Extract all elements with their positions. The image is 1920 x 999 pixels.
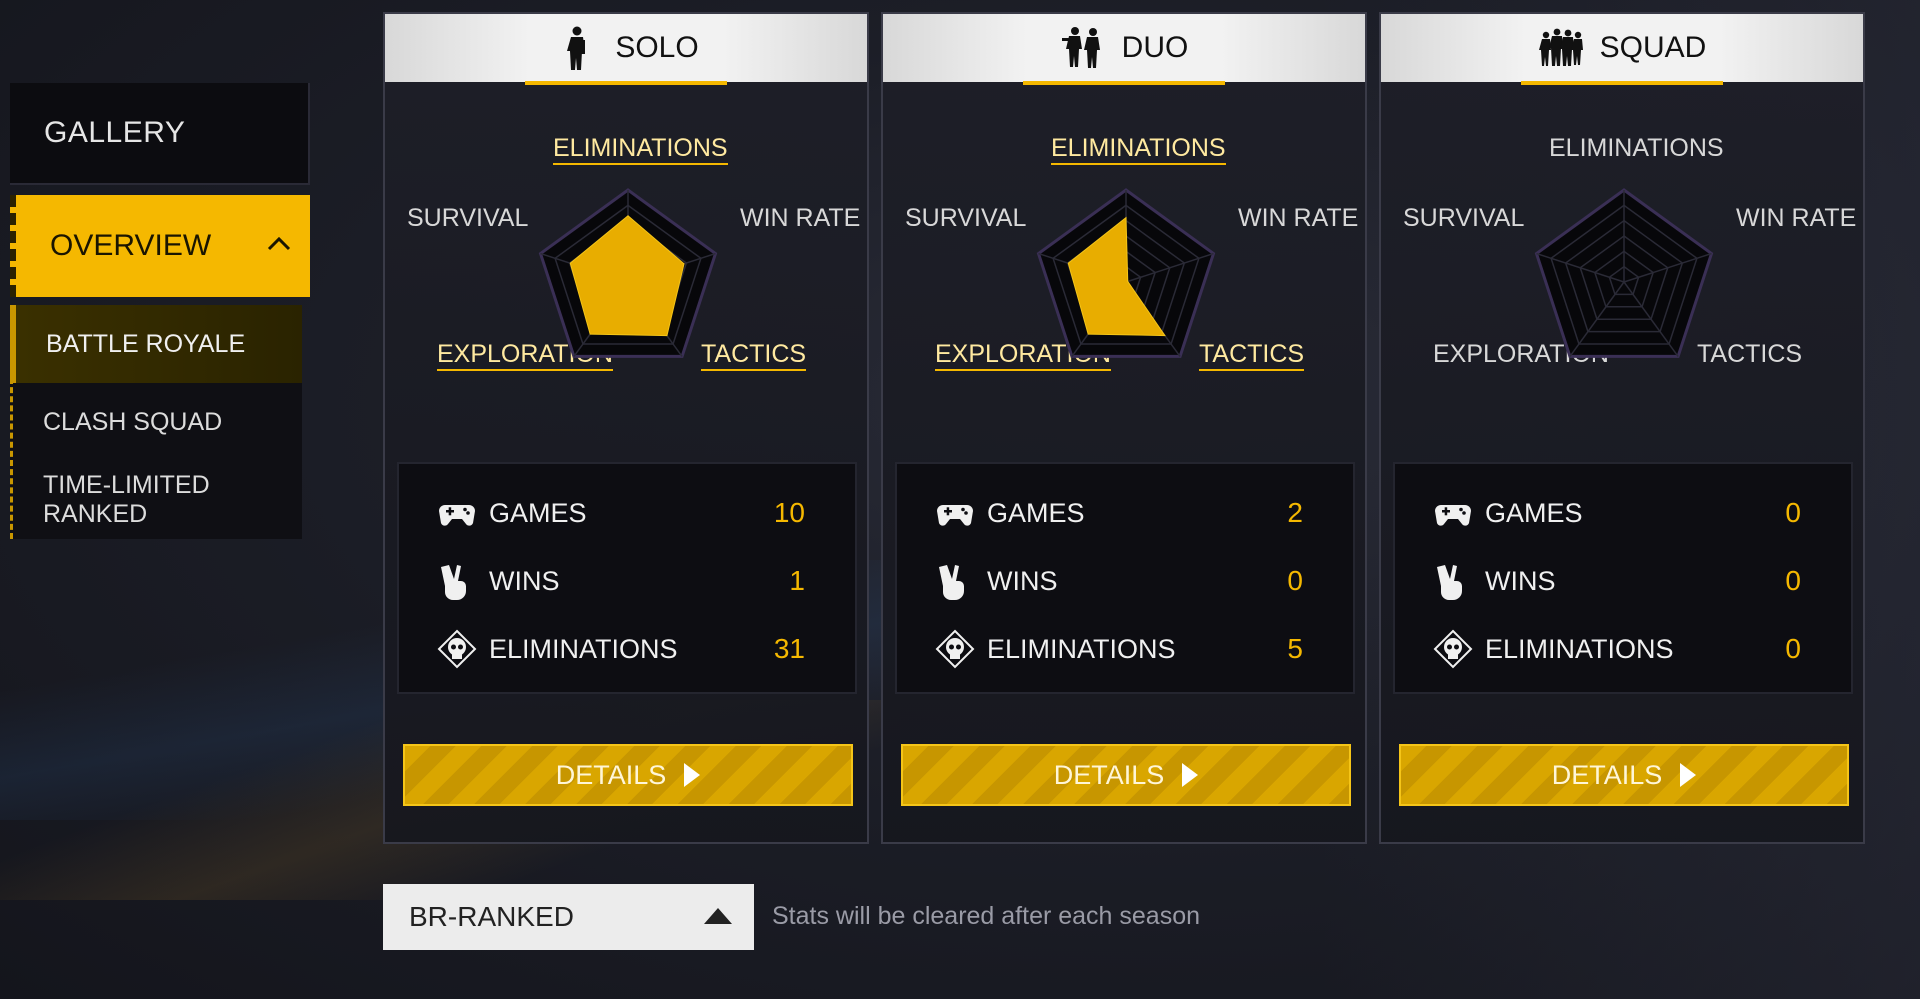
radar-label-survival: SURVIVAL (905, 204, 1027, 232)
radar-label-eliminations: ELIMINATIONS (1549, 134, 1724, 162)
stat-row-wins: WINS 1 (437, 556, 805, 606)
gamepad-icon (437, 493, 477, 533)
radar-pentagon (538, 188, 718, 358)
sidebar-item-battle-royale[interactable]: BATTLE ROYALE (10, 305, 302, 383)
skull-icon (1433, 629, 1473, 669)
stat-row-wins: WINS 0 (935, 556, 1303, 606)
mode-title: SOLO (615, 31, 699, 64)
stat-label-games: GAMES (987, 497, 1085, 528)
skull-icon (437, 629, 477, 669)
stat-value-eliminations: 0 (1785, 633, 1801, 664)
stat-row-eliminations: ELIMINATIONS 0 (1433, 624, 1801, 674)
squad-soldiers-icon (1538, 24, 1586, 72)
stat-label-eliminations: ELIMINATIONS (1485, 633, 1674, 664)
sidebar-item-clash-squad[interactable]: CLASH SQUAD (13, 383, 302, 461)
stat-label-wins: WINS (1485, 565, 1556, 596)
stat-label-eliminations: ELIMINATIONS (489, 633, 678, 664)
stat-row-eliminations: ELIMINATIONS 31 (437, 624, 805, 674)
triangle-up-icon (704, 908, 732, 924)
stat-label-games: GAMES (1485, 497, 1583, 528)
radar-label-win-rate: WIN RATE (1736, 204, 1857, 232)
radar-pentagon (1036, 188, 1216, 358)
stat-row-games: GAMES 2 (935, 488, 1303, 538)
chevron-up-icon (267, 236, 291, 251)
stats-box: GAMES 2 WINS 0 ELIMINATIONS 5 (895, 462, 1355, 694)
stat-value-games: 10 (773, 497, 805, 528)
sidebar: GALLERY OVERVIEW BATTLE ROYALE CLASH SQU… (10, 83, 310, 539)
stat-value-wins: 0 (1287, 565, 1303, 596)
mode-card-header: SQUAD (1381, 14, 1863, 85)
details-label: DETAILS (555, 759, 667, 790)
victory-hand-icon (1433, 561, 1473, 601)
radar-label-eliminations: ELIMINATIONS (1051, 134, 1226, 165)
stat-row-games: GAMES 10 (437, 488, 805, 538)
details-button[interactable]: DETAILS (403, 744, 853, 806)
mode-card-duo: DUO ELIMINATIONS SURVIVAL WIN RATE EXPLO… (881, 12, 1367, 844)
stat-value-wins: 0 (1785, 565, 1801, 596)
ranked-mode-select[interactable]: BR-RANKED (383, 884, 754, 950)
stat-label-eliminations: ELIMINATIONS (987, 633, 1176, 664)
tab-gallery[interactable]: GALLERY (10, 83, 310, 185)
play-arrow-icon (1182, 763, 1199, 787)
stat-value-eliminations: 31 (773, 633, 805, 664)
victory-hand-icon (935, 561, 975, 601)
ranked-mode-label: BR-RANKED (409, 901, 574, 932)
radar-label-win-rate: WIN RATE (1238, 204, 1359, 232)
gamepad-icon (935, 493, 975, 533)
mode-card-solo: SOLO ELIMINATIONS SURVIVAL WIN RATE EXPL… (383, 12, 869, 844)
sidebar-item-time-limited-ranked[interactable]: TIME-LIMITED RANKED (13, 461, 302, 539)
stats-box: GAMES 0 WINS 0 ELIMINATIONS 0 (1393, 462, 1853, 694)
play-arrow-icon (1680, 763, 1697, 787)
overview-label: OVERVIEW (50, 229, 212, 262)
stat-label-wins: WINS (489, 565, 560, 596)
skull-icon (935, 629, 975, 669)
details-button[interactable]: DETAILS (1399, 744, 1849, 806)
stat-row-wins: WINS 0 (1433, 556, 1801, 606)
stat-value-games: 0 (1785, 497, 1801, 528)
radar-label-survival: SURVIVAL (1403, 204, 1525, 232)
radar-label-win-rate: WIN RATE (740, 204, 861, 232)
mode-title: SQUAD (1599, 31, 1707, 64)
details-label: DETAILS (1551, 759, 1663, 790)
radar-chart: ELIMINATIONS SURVIVAL WIN RATE EXPLORATI… (385, 82, 867, 442)
stats-box: GAMES 10 WINS 1 ELIMINATIONS 31 (397, 462, 857, 694)
stat-value-games: 2 (1287, 497, 1303, 528)
stat-value-wins: 1 (789, 565, 805, 596)
mode-card-header: DUO (883, 14, 1365, 85)
mode-title: DUO (1121, 31, 1189, 64)
stat-row-eliminations: ELIMINATIONS 5 (935, 624, 1303, 674)
stat-label-wins: WINS (987, 565, 1058, 596)
mode-card-squad: SQUAD ELIMINATIONS SURVIVAL WIN RATE EXP… (1379, 12, 1865, 844)
season-note: Stats will be cleared after each season (772, 902, 1201, 930)
radar-label-eliminations: ELIMINATIONS (553, 134, 728, 165)
radar-pentagon (1534, 188, 1714, 358)
stat-label-games: GAMES (489, 497, 587, 528)
details-button[interactable]: DETAILS (901, 744, 1351, 806)
solo-soldier-icon (553, 24, 601, 72)
radar-chart: ELIMINATIONS SURVIVAL WIN RATE EXPLORATI… (1381, 82, 1863, 442)
stat-value-eliminations: 5 (1287, 633, 1303, 664)
duo-soldiers-icon (1060, 24, 1108, 72)
play-arrow-icon (684, 763, 701, 787)
stat-row-games: GAMES 0 (1433, 488, 1801, 538)
victory-hand-icon (437, 561, 477, 601)
details-label: DETAILS (1053, 759, 1165, 790)
overview-sub-list: BATTLE ROYALE CLASH SQUAD TIME-LIMITED R… (10, 305, 302, 539)
gamepad-icon (1433, 493, 1473, 533)
radar-label-survival: SURVIVAL (407, 204, 529, 232)
mode-card-header: SOLO (385, 14, 867, 85)
radar-chart: ELIMINATIONS SURVIVAL WIN RATE EXPLORATI… (883, 82, 1365, 442)
tab-overview[interactable]: OVERVIEW (10, 195, 310, 297)
